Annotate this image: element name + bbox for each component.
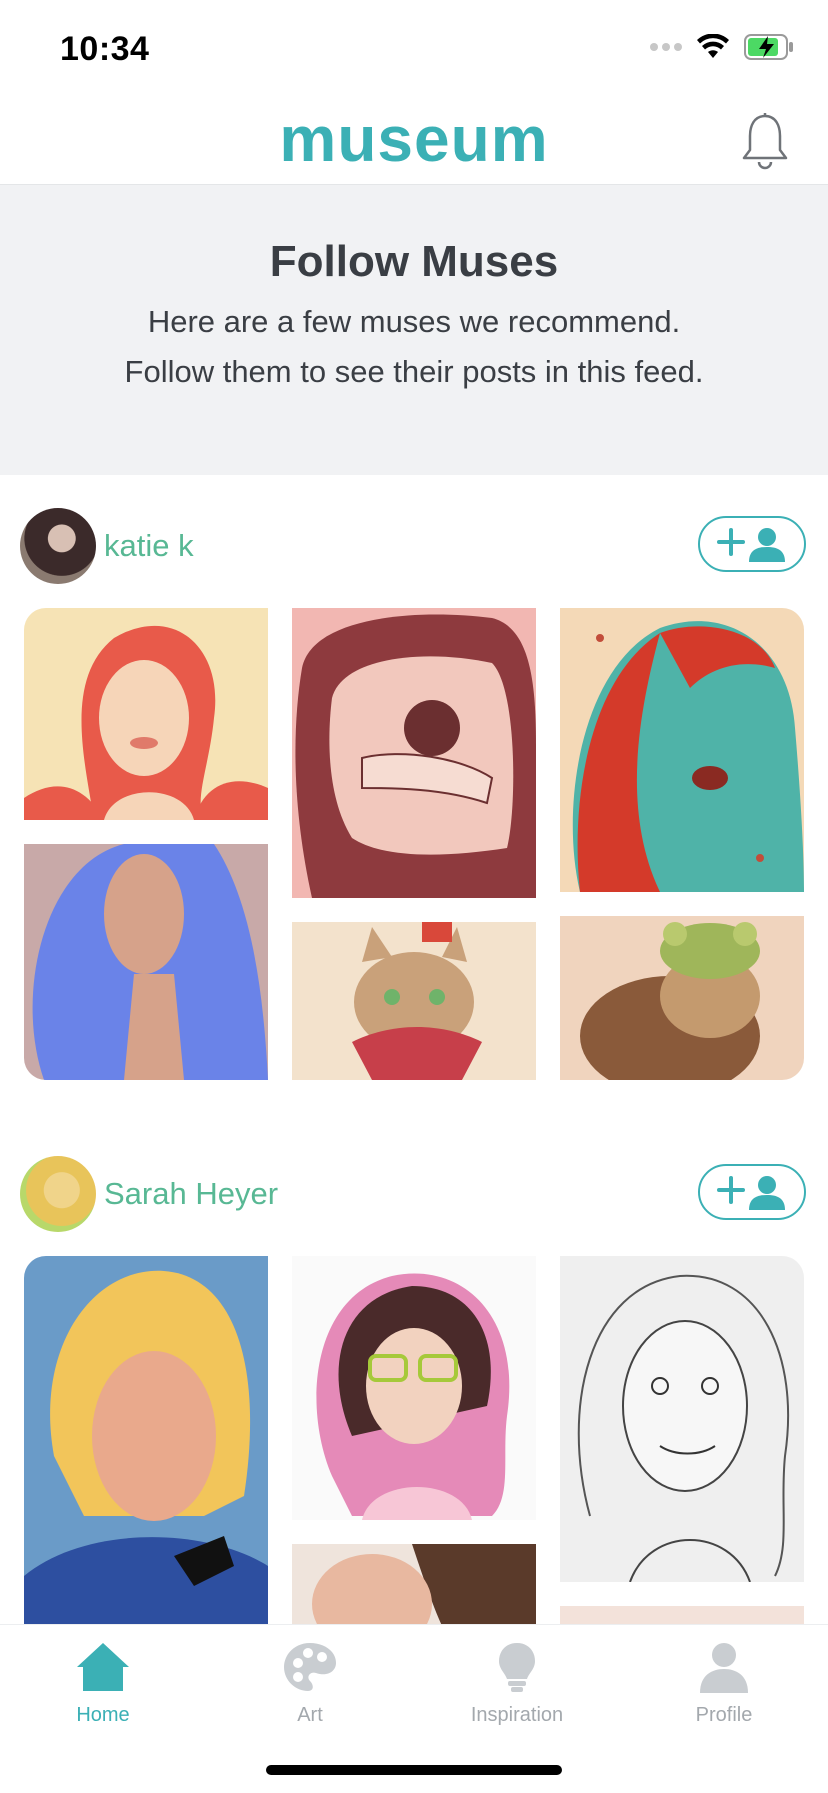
status-icons [650, 34, 794, 60]
muse-name[interactable]: Sarah Heyer [104, 1176, 278, 1212]
tab-inspiration[interactable]: Inspiration [437, 1641, 597, 1727]
person-icon [700, 1643, 748, 1693]
artwork-grid [24, 1256, 804, 1626]
status-time: 10:34 [60, 30, 150, 68]
follow-button[interactable] [698, 516, 806, 572]
muse-header: katie k [0, 508, 828, 588]
tab-label: Art [297, 1704, 323, 1726]
cellular-signal-icon [650, 43, 682, 51]
notifications-bell-icon[interactable] [740, 112, 790, 170]
avatar[interactable] [20, 1156, 96, 1232]
add-user-icon [717, 1176, 785, 1210]
artwork-thumbnail[interactable] [560, 1256, 804, 1582]
artwork-thumbnail[interactable] [24, 608, 268, 820]
muse-card: katie k [0, 508, 828, 1088]
artwork-thumbnail[interactable] [560, 916, 804, 1080]
tab-home[interactable]: Home [23, 1641, 183, 1727]
tab-profile[interactable]: Profile [644, 1641, 804, 1727]
battery-charging-icon [744, 34, 793, 60]
follow-button[interactable] [698, 1164, 806, 1220]
add-user-icon [717, 528, 785, 562]
artwork-grid [24, 608, 804, 1080]
muse-name[interactable]: katie k [104, 528, 194, 564]
banner-subtitle-line2: Follow them to see their posts in this f… [124, 354, 704, 389]
artwork-thumbnail[interactable] [560, 1606, 804, 1626]
artwork-thumbnail[interactable] [292, 608, 536, 898]
artwork-thumbnail[interactable] [560, 608, 804, 892]
lightbulb-icon [499, 1643, 535, 1692]
tab-label: Profile [695, 1704, 753, 1726]
artwork-thumbnail[interactable] [24, 844, 268, 1080]
home-indicator[interactable] [266, 1765, 562, 1775]
palette-icon [284, 1643, 336, 1691]
home-icon [77, 1643, 129, 1691]
artwork-thumbnail[interactable] [292, 922, 536, 1080]
app-logo: museum [279, 103, 549, 175]
avatar[interactable] [20, 508, 96, 584]
tab-label: Inspiration [470, 1704, 564, 1726]
artwork-thumbnail[interactable] [292, 1256, 536, 1520]
artwork-thumbnail[interactable] [24, 1256, 268, 1626]
muse-card: Sarah Heyer [0, 1156, 828, 1626]
status-bar: 10:34 [0, 0, 828, 96]
banner-title: Follow Muses [269, 237, 559, 286]
artwork-thumbnail[interactable] [292, 1544, 536, 1626]
banner-subtitle-line1: Here are a few muses we recommend. [147, 304, 681, 339]
tab-label: Home [76, 1704, 130, 1726]
follow-muses-banner: Follow Muses Here are a few muses we rec… [0, 185, 828, 475]
muse-header: Sarah Heyer [0, 1156, 828, 1236]
app-header: museum [0, 96, 828, 185]
wifi-icon [697, 34, 729, 58]
tab-art[interactable]: Art [230, 1641, 390, 1727]
